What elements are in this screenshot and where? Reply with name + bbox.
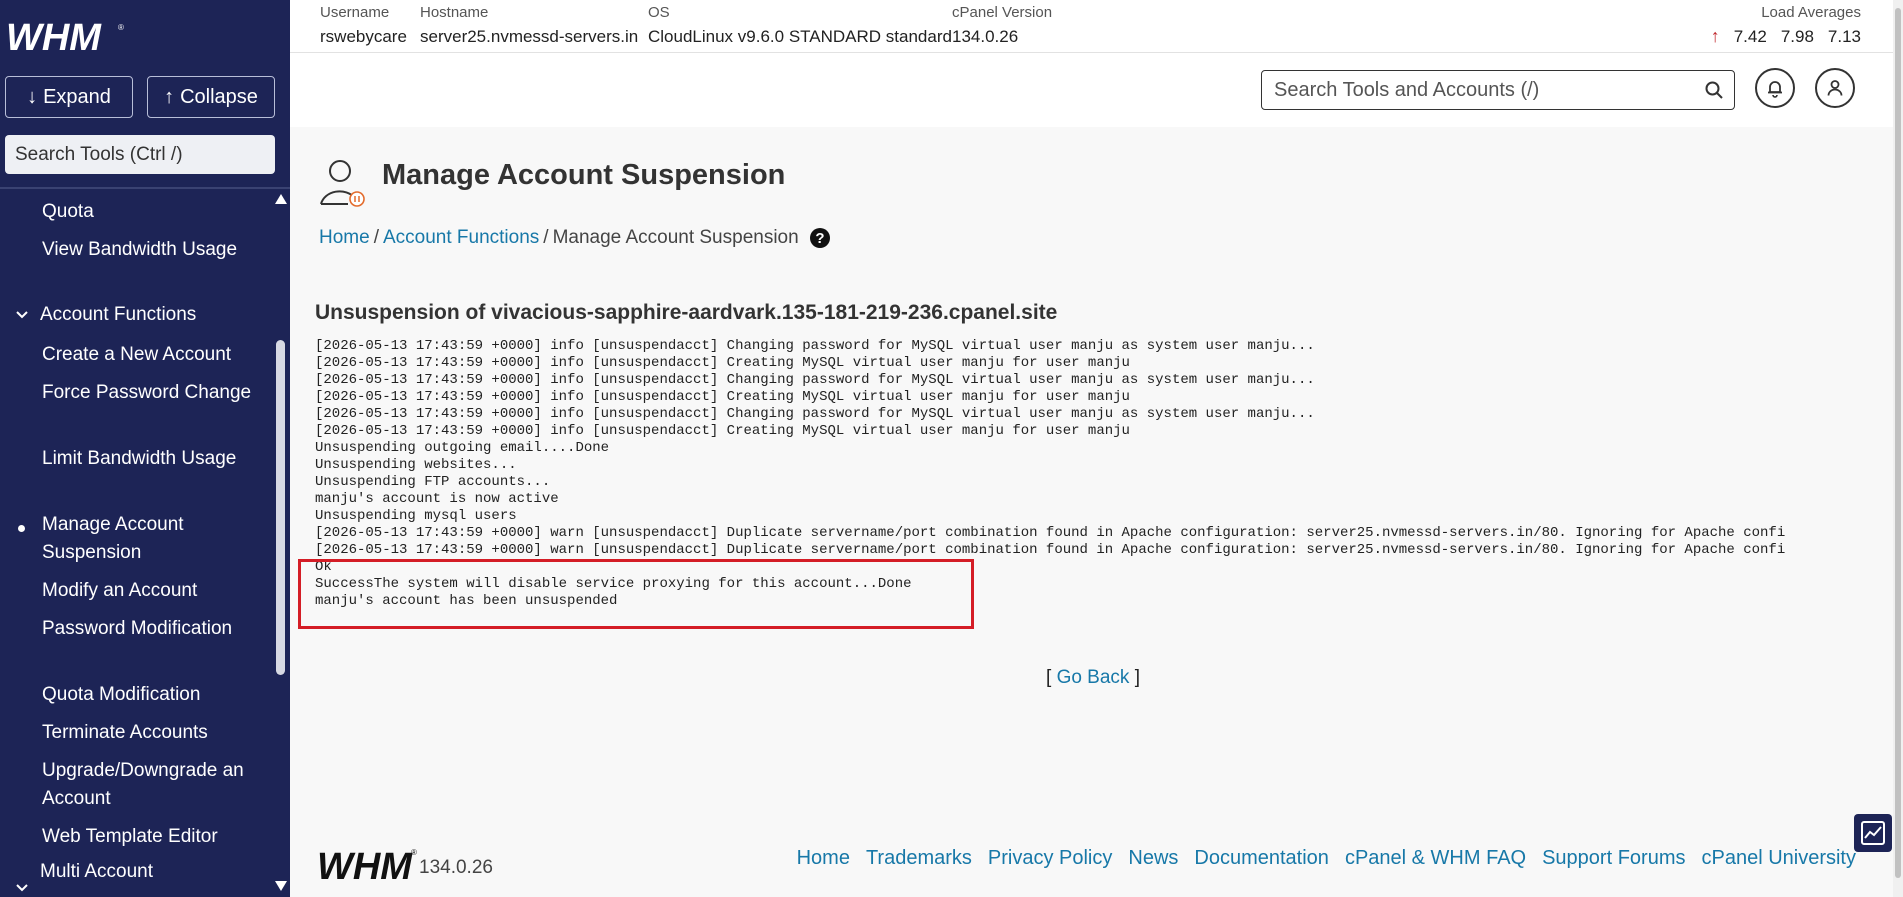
- go-back-link[interactable]: Go Back: [1057, 667, 1130, 688]
- sidebar-menu: Quota View Bandwidth Usage Account Funct…: [0, 190, 270, 897]
- load-5min: 7.98: [1780, 26, 1814, 46]
- search-icon[interactable]: [1704, 80, 1724, 100]
- load-averages: Load Averages ↑ 7.42 7.98 7.13: [1710, 4, 1861, 46]
- os-info: OS CloudLinux v9.6.0 STANDARD standard: [648, 4, 952, 46]
- breadcrumb-account-functions-link[interactable]: Account Functions: [383, 227, 539, 249]
- page-scrollbar[interactable]: [1893, 0, 1903, 897]
- collapse-button[interactable]: ↑ Collapse: [147, 76, 275, 118]
- global-search-input[interactable]: [1272, 77, 1704, 103]
- help-icon[interactable]: ?: [809, 227, 831, 249]
- expand-button[interactable]: ↓ Expand: [5, 76, 133, 118]
- footer-link-trademarks[interactable]: Trademarks: [866, 847, 972, 870]
- sidebar-item-quota[interactable]: Quota: [42, 198, 252, 226]
- footer-link-home[interactable]: Home: [797, 847, 850, 870]
- footer-version: 134.0.26: [419, 857, 493, 878]
- bell-icon: [1768, 81, 1782, 98]
- cpanel-version-info: cPanel Version 134.0.26: [952, 4, 1053, 46]
- sidebar-item-view-bandwidth-usage[interactable]: View Bandwidth Usage: [42, 236, 252, 264]
- breadcrumb-separator: /: [373, 227, 379, 248]
- chevron-down-icon[interactable]: [14, 307, 30, 323]
- account-suspension-icon: [320, 160, 365, 207]
- arrow-up-icon: ↑: [164, 85, 175, 108]
- chevron-down-icon[interactable]: [14, 880, 30, 896]
- sidebar-item-manage-account-suspension[interactable]: Manage Account Suspension: [42, 511, 252, 567]
- breadcrumb: Home / Account Functions / Manage Accoun…: [319, 227, 831, 249]
- server-info-bar: Username rswebycare Hostname server25.nv…: [290, 0, 1893, 53]
- sidebar: WHM ® ↓ Expand ↑ Collapse Search Tools (…: [0, 0, 290, 897]
- sidebar-item-upgrade-downgrade[interactable]: Upgrade/Downgrade an Account: [42, 757, 252, 813]
- main-content: Manage Account Suspension Home / Account…: [290, 127, 1893, 897]
- load-1min: 7.42: [1733, 26, 1767, 46]
- footer-link-cpanel-university[interactable]: cPanel University: [1701, 847, 1856, 870]
- scrollbar-thumb[interactable]: [276, 340, 285, 675]
- username-info: Username rswebycare: [320, 4, 407, 46]
- footer-link-privacy-policy[interactable]: Privacy Policy: [988, 847, 1112, 870]
- footer-link-faq[interactable]: cPanel & WHM FAQ: [1345, 847, 1526, 870]
- user-menu-button[interactable]: [1815, 68, 1855, 108]
- scroll-down-icon[interactable]: [275, 881, 287, 891]
- arrow-up-red-icon: ↑: [1710, 26, 1720, 46]
- footer-link-support-forums[interactable]: Support Forums: [1542, 847, 1685, 870]
- svg-text:WHM: WHM: [317, 846, 413, 883]
- chart-icon: [1861, 821, 1885, 845]
- user-icon: [1827, 80, 1843, 96]
- hostname-info: Hostname server25.nvmessd-servers.in: [420, 4, 639, 46]
- notifications-button[interactable]: [1755, 68, 1795, 108]
- go-back-container: [ Go Back ]: [1046, 667, 1140, 688]
- svg-text:WHM: WHM: [6, 18, 102, 54]
- page-scrollbar-thumb[interactable]: [1895, 8, 1901, 878]
- footer-link-news[interactable]: News: [1128, 847, 1178, 870]
- breadcrumb-home-link[interactable]: Home: [319, 227, 370, 249]
- sidebar-scrollbar[interactable]: [272, 190, 290, 897]
- analytics-button[interactable]: [1854, 814, 1892, 852]
- svg-text:®: ®: [411, 848, 417, 857]
- unsuspension-heading: Unsuspension of vivacious-sapphire-aardv…: [315, 301, 1058, 324]
- svg-text:®: ®: [118, 23, 124, 32]
- sidebar-search-input[interactable]: Search Tools (Ctrl /): [5, 135, 275, 174]
- sidebar-section-account-functions[interactable]: Account Functions: [40, 301, 250, 329]
- breadcrumb-separator: /: [543, 227, 549, 248]
- breadcrumb-current: Manage Account Suspension: [552, 227, 799, 248]
- page-title: Manage Account Suspension: [382, 159, 786, 191]
- sidebar-section-multi-account[interactable]: Multi Account: [40, 858, 250, 886]
- load-15min: 7.13: [1827, 26, 1861, 46]
- svg-text:?: ?: [815, 230, 824, 247]
- sidebar-item-force-password-change[interactable]: Force Password Change: [42, 379, 252, 407]
- annotation-highlight-box: [298, 559, 974, 629]
- footer-whm-logo: WHM ® 134.0.26: [317, 845, 493, 883]
- footer-links: Home Trademarks Privacy Policy News Docu…: [797, 847, 1856, 870]
- header-bar: [290, 53, 1893, 127]
- sidebar-item-password-modification[interactable]: Password Modification: [42, 615, 252, 643]
- active-bullet-icon: [18, 525, 25, 532]
- arrow-down-icon: ↓: [27, 85, 38, 108]
- sidebar-item-quota-modification[interactable]: Quota Modification: [42, 681, 252, 709]
- footer-link-documentation[interactable]: Documentation: [1194, 847, 1329, 870]
- global-search[interactable]: [1261, 70, 1735, 110]
- sidebar-item-web-template-editor[interactable]: Web Template Editor: [42, 823, 252, 851]
- sidebar-item-limit-bandwidth-usage[interactable]: Limit Bandwidth Usage: [42, 445, 252, 473]
- scroll-up-icon[interactable]: [275, 194, 287, 204]
- whm-logo[interactable]: WHM ®: [6, 17, 124, 59]
- sidebar-item-terminate-accounts[interactable]: Terminate Accounts: [42, 719, 252, 747]
- divider: [0, 187, 290, 189]
- sidebar-item-create-new-account[interactable]: Create a New Account: [42, 341, 252, 369]
- sidebar-item-modify-account[interactable]: Modify an Account: [42, 577, 252, 605]
